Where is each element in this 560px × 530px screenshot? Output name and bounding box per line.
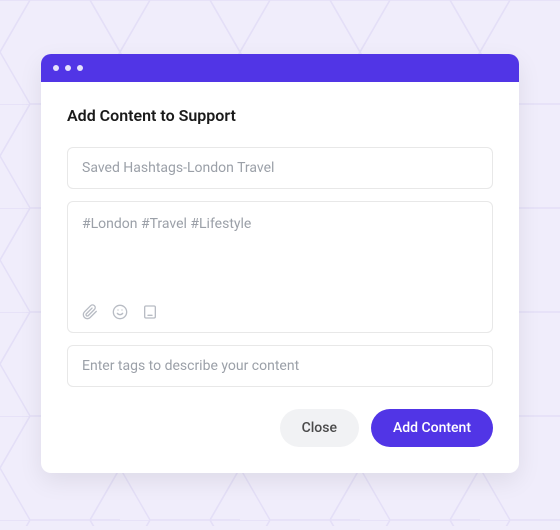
window-titlebar bbox=[41, 54, 519, 82]
tags-input[interactable] bbox=[67, 345, 493, 387]
device-icon[interactable] bbox=[142, 304, 158, 320]
add-content-modal: Add Content to Support Close Add Content bbox=[41, 54, 519, 473]
content-body-textarea[interactable] bbox=[68, 202, 492, 292]
window-dot bbox=[65, 65, 71, 71]
content-title-input[interactable] bbox=[67, 147, 493, 189]
add-content-button[interactable]: Add Content bbox=[371, 409, 493, 447]
close-button[interactable]: Close bbox=[280, 409, 359, 447]
modal-body: Add Content to Support Close Add Content bbox=[41, 82, 519, 473]
content-toolbar bbox=[68, 296, 492, 332]
window-dot bbox=[53, 65, 59, 71]
window-dot bbox=[77, 65, 83, 71]
modal-title: Add Content to Support bbox=[67, 106, 493, 125]
attachment-icon[interactable] bbox=[82, 304, 98, 320]
content-body-group bbox=[67, 201, 493, 333]
emoji-icon[interactable] bbox=[112, 304, 128, 320]
modal-actions: Close Add Content bbox=[67, 409, 493, 447]
